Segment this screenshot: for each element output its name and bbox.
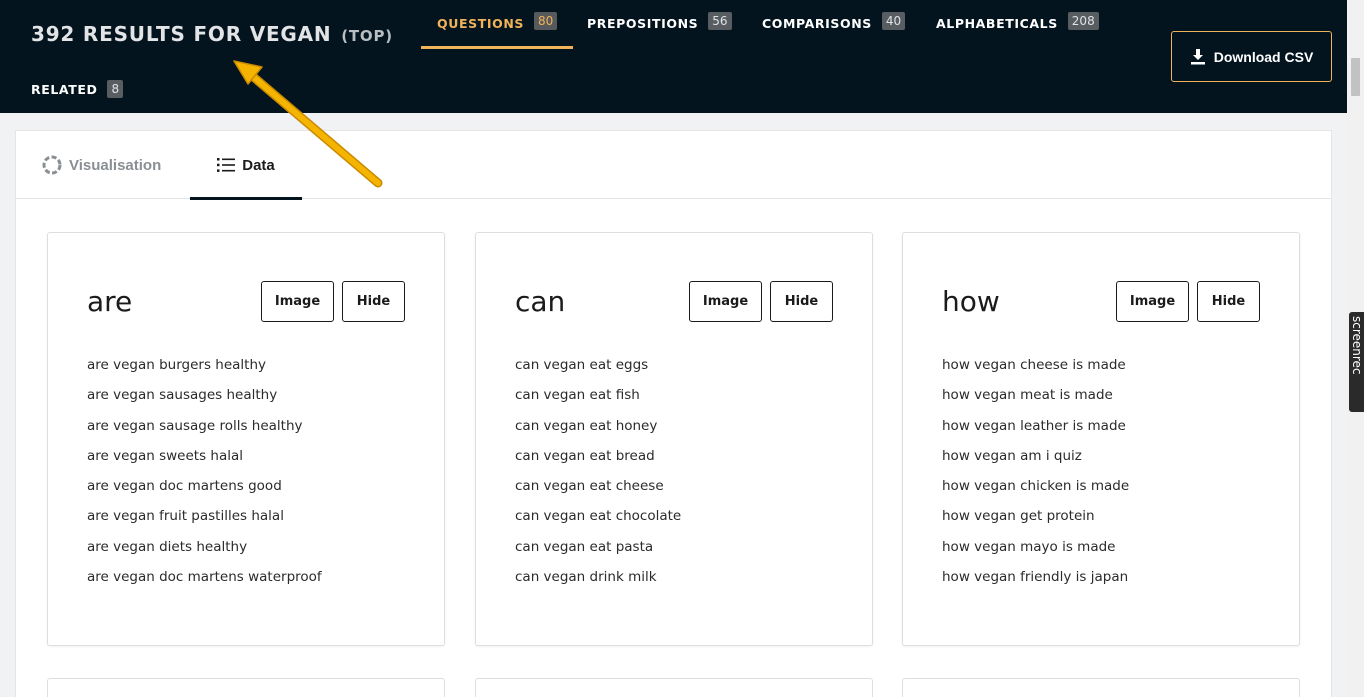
tab-comparisons-label: COMPARISONS — [762, 16, 872, 31]
question-item[interactable]: how vegan get protein — [942, 508, 1129, 538]
tab-data-label: Data — [242, 156, 275, 174]
download-csv-button[interactable]: Download CSV — [1171, 31, 1332, 82]
tab-related-count: 8 — [107, 80, 124, 98]
question-item[interactable]: are vegan sausages healthy — [87, 387, 322, 417]
hide-button[interactable]: Hide — [770, 281, 833, 322]
question-item[interactable]: can vegan eat fish — [515, 387, 681, 417]
tab-alphabeticals-count: 208 — [1067, 12, 1099, 30]
question-item[interactable]: how vegan chicken is made — [942, 478, 1129, 508]
question-card-can: can Image Hide can vegan eat eggs can ve… — [475, 232, 873, 646]
tab-comparisons-count: 40 — [881, 12, 906, 30]
question-item[interactable]: can vegan eat eggs — [515, 357, 681, 387]
question-item[interactable]: how vegan leather is made — [942, 418, 1129, 448]
tab-visualisation-label: Visualisation — [69, 156, 162, 174]
hide-button[interactable]: Hide — [1197, 281, 1260, 322]
question-item[interactable]: are vegan sausage rolls healthy — [87, 418, 322, 448]
results-title: 392 RESULTS FOR VEGAN (TOP) — [31, 22, 393, 46]
results-scope: (TOP) — [341, 27, 393, 45]
question-list: are vegan burgers healthy are vegan saus… — [87, 357, 322, 599]
scrollbar-thumb[interactable] — [1351, 58, 1360, 96]
question-list: how vegan cheese is made how vegan meat … — [942, 357, 1129, 599]
question-card-are: are Image Hide are vegan burgers healthy… — [47, 232, 445, 646]
tab-alphabeticals-label: ALPHABETICALS — [936, 16, 1058, 31]
question-item[interactable]: can vegan eat pasta — [515, 539, 681, 569]
question-item[interactable]: are vegan burgers healthy — [87, 357, 322, 387]
question-item[interactable]: can vegan eat bread — [515, 448, 681, 478]
question-item[interactable]: are vegan sweets halal — [87, 448, 322, 478]
tab-questions-label: QUESTIONS — [437, 16, 524, 31]
tab-questions[interactable]: QUESTIONS 80 — [420, 12, 574, 49]
download-csv-label: Download CSV — [1213, 48, 1314, 65]
tab-data[interactable]: Data — [190, 131, 302, 200]
card-title: can — [515, 285, 566, 318]
question-item[interactable]: can vegan eat chocolate — [515, 508, 681, 538]
view-tabs: Visualisation Data — [16, 131, 1331, 200]
image-button[interactable]: Image — [689, 281, 762, 322]
tab-visualisation[interactable]: Visualisation — [42, 131, 161, 199]
hide-button[interactable]: Hide — [342, 281, 405, 322]
download-icon — [1190, 49, 1205, 65]
question-item[interactable]: are vegan diets healthy — [87, 539, 322, 569]
results-title-text: 392 RESULTS FOR VEGAN — [31, 22, 332, 46]
question-item[interactable]: can vegan drink milk — [515, 569, 681, 599]
question-card-partial — [475, 678, 873, 697]
question-item[interactable]: can vegan eat honey — [515, 418, 681, 448]
question-item[interactable]: how vegan meat is made — [942, 387, 1129, 417]
watermark-text: screenrec — [1350, 316, 1364, 375]
question-item[interactable]: are vegan fruit pastilles halal — [87, 508, 322, 538]
image-button[interactable]: Image — [261, 281, 334, 322]
card-title: are — [87, 285, 133, 318]
question-card-how: how Image Hide how vegan cheese is made … — [902, 232, 1300, 646]
screenrec-watermark: screenrec — [1349, 312, 1364, 412]
list-icon — [217, 158, 236, 172]
visualisation-icon — [42, 155, 62, 175]
question-item[interactable]: how vegan mayo is made — [942, 539, 1129, 569]
question-item[interactable]: can vegan eat cheese — [515, 478, 681, 508]
question-list: can vegan eat eggs can vegan eat fish ca… — [515, 357, 681, 599]
question-card-partial — [902, 678, 1300, 697]
image-button[interactable]: Image — [1116, 281, 1189, 322]
tab-prepositions-label: PREPOSITIONS — [587, 16, 699, 31]
tab-questions-count: 80 — [534, 12, 558, 30]
question-item[interactable]: how vegan am i quiz — [942, 448, 1129, 478]
tab-related-label: RELATED — [31, 81, 98, 97]
question-item[interactable]: how vegan friendly is japan — [942, 569, 1129, 599]
tab-related[interactable]: RELATED 8 — [31, 80, 124, 98]
results-header: 392 RESULTS FOR VEGAN (TOP) QUESTIONS 80… — [0, 0, 1347, 113]
question-item[interactable]: are vegan doc martens waterproof — [87, 569, 322, 599]
tab-comparisons[interactable]: COMPARISONS 40 — [762, 12, 906, 49]
tab-prepositions[interactable]: PREPOSITIONS 56 — [587, 12, 732, 49]
question-item[interactable]: are vegan doc martens good — [87, 478, 322, 508]
question-item[interactable]: how vegan cheese is made — [942, 357, 1129, 387]
question-card-partial — [47, 678, 445, 697]
tab-prepositions-count: 56 — [708, 12, 732, 30]
card-title: how — [942, 285, 1000, 318]
tab-alphabeticals[interactable]: ALPHABETICALS 208 — [936, 12, 1099, 49]
